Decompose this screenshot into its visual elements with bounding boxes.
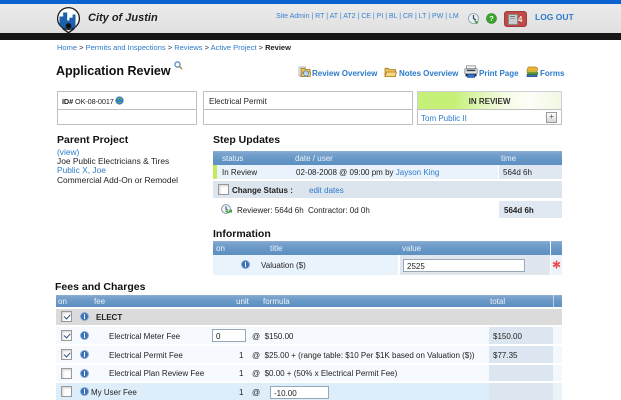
- svg-text:?: ?: [489, 14, 494, 23]
